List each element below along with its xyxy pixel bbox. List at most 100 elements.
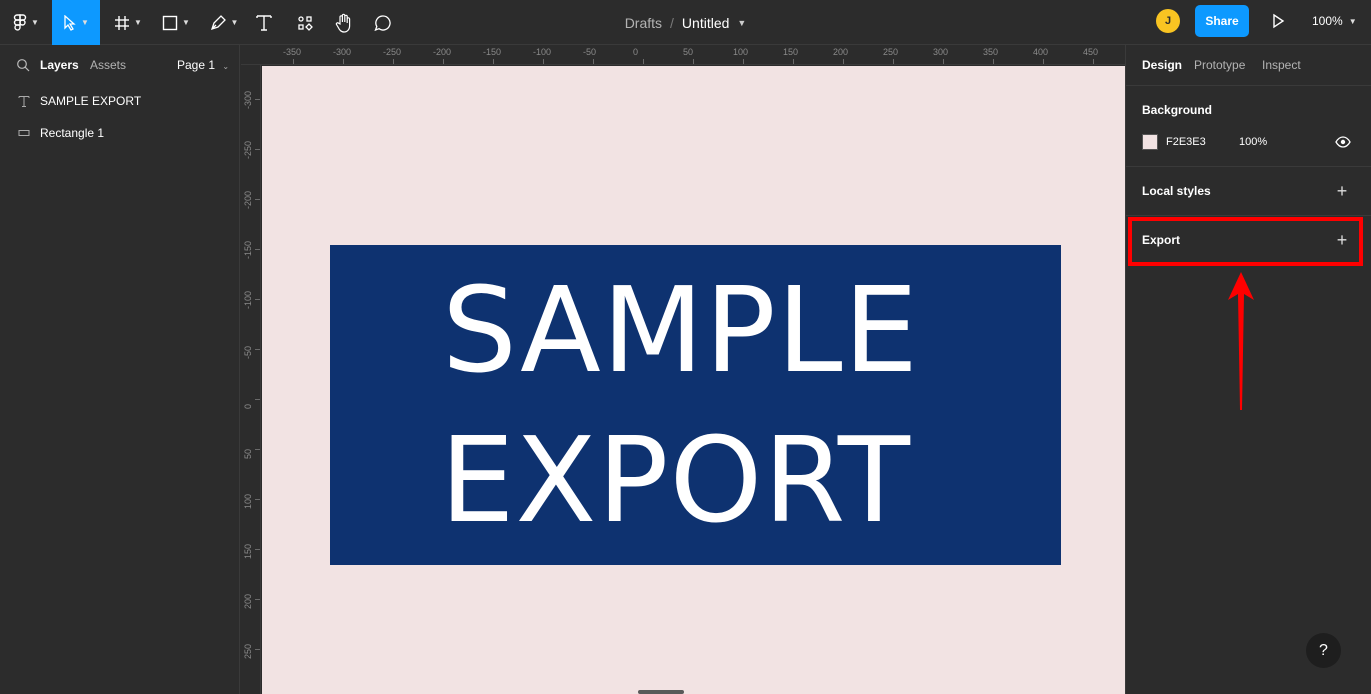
- page-selector[interactable]: Page 1 ⌄: [177, 58, 229, 72]
- text-tool-button[interactable]: [252, 0, 276, 45]
- canvas-text-line-2[interactable]: EXPORT: [440, 421, 911, 539]
- ruler-tick: [255, 399, 260, 400]
- ruler-tick-label: 250: [883, 47, 899, 57]
- ruler-tick: [255, 549, 260, 550]
- file-title[interactable]: Untitled: [682, 15, 729, 31]
- shape-tool-button[interactable]: ▼: [156, 0, 196, 45]
- ruler-tick-label: 300: [933, 47, 949, 57]
- plus-icon: +: [1336, 181, 1348, 201]
- ruler-tick-label: -150: [243, 240, 253, 259]
- ruler-tick-label: 0: [633, 47, 639, 57]
- ruler-tick: [743, 59, 744, 64]
- chevron-down-icon: ▼: [81, 18, 89, 27]
- chevron-down-icon: ▼: [1348, 16, 1357, 26]
- background-color-swatch[interactable]: [1142, 134, 1158, 150]
- ruler-tick: [343, 59, 344, 64]
- ruler-tick-label: -100: [243, 290, 253, 309]
- resources-button[interactable]: [294, 0, 316, 45]
- top-toolbar: ▼ ▼ ▼ ▼ ▼ Drafts / Untitled ▼ J Share 10…: [0, 0, 1371, 45]
- ruler-tick: [443, 59, 444, 64]
- ruler-tick-label: 400: [1033, 47, 1049, 57]
- share-button[interactable]: Share: [1195, 5, 1249, 37]
- zoom-level: 100%: [1312, 14, 1343, 28]
- frame-tool-button[interactable]: ▼: [108, 0, 148, 45]
- ruler-tick: [943, 59, 944, 64]
- comment-tool-button[interactable]: [372, 0, 394, 45]
- ruler-tick: [255, 449, 260, 450]
- red-arrow-icon: [1228, 272, 1254, 410]
- layer-name: SAMPLE EXPORT: [40, 94, 142, 108]
- layer-item[interactable]: Rectangle 1: [0, 117, 239, 149]
- ruler-tick: [993, 59, 994, 64]
- ruler-tick: [1043, 59, 1044, 64]
- ruler-tick: [693, 59, 694, 64]
- components-icon: [298, 15, 313, 31]
- help-button[interactable]: ?: [1306, 633, 1341, 668]
- rectangle-layer-icon: [17, 126, 31, 140]
- ruler-tick-label: 200: [833, 47, 849, 57]
- breadcrumb-drafts[interactable]: Drafts: [625, 15, 662, 31]
- ruler-tick: [1093, 59, 1094, 64]
- divider: [1126, 166, 1371, 167]
- text-t-icon: [256, 15, 272, 31]
- ruler-tick-label: 50: [243, 448, 253, 459]
- layer-name: Rectangle 1: [40, 126, 105, 140]
- text-layer-icon: [17, 94, 31, 108]
- add-local-style-button[interactable]: +: [1334, 181, 1350, 201]
- ruler-tick-label: 50: [683, 47, 694, 57]
- ruler-tick: [893, 59, 894, 64]
- ruler-tick: [843, 59, 844, 64]
- ruler-tick: [793, 59, 794, 64]
- ruler-tick-label: 450: [1083, 47, 1099, 57]
- search-icon[interactable]: [16, 58, 30, 72]
- move-tool-button[interactable]: ▼: [52, 0, 100, 45]
- zoom-menu[interactable]: 100% ▼: [1312, 0, 1357, 42]
- figma-logo-icon: [13, 13, 27, 31]
- tab-layers[interactable]: Layers: [40, 58, 79, 72]
- chevron-down-icon[interactable]: ▼: [737, 18, 746, 28]
- ruler-tick: [255, 499, 260, 500]
- ruler-tick-label: -200: [243, 190, 253, 209]
- canvas-text-line-1[interactable]: SAMPLE: [442, 271, 919, 389]
- eye-icon[interactable]: [1335, 134, 1351, 150]
- ruler-tick: [255, 649, 260, 650]
- chevron-down-icon: ▼: [182, 18, 190, 27]
- ruler-tick-label: 200: [243, 593, 253, 609]
- ruler-tick: [255, 349, 260, 350]
- export-highlight-box: [1128, 217, 1363, 266]
- main-menu-button[interactable]: ▼: [6, 0, 46, 45]
- ruler-tick: [255, 299, 260, 300]
- cursor-arrow-icon: [64, 14, 76, 31]
- ruler-tick-label: -300: [243, 90, 253, 109]
- ruler-tick-label: -250: [383, 47, 402, 57]
- tab-design[interactable]: Design: [1142, 58, 1182, 72]
- ruler-tick-label: 150: [783, 47, 799, 57]
- divider: [1126, 85, 1371, 86]
- tab-assets[interactable]: Assets: [90, 58, 126, 72]
- ruler-tick-label: 100: [243, 493, 253, 509]
- ruler-tick: [255, 249, 260, 250]
- horizontal-scrollbar[interactable]: [638, 690, 684, 694]
- canvas[interactable]: SAMPLE EXPORT: [262, 66, 1125, 694]
- present-button[interactable]: [1268, 11, 1288, 31]
- hand-tool-button[interactable]: [332, 0, 356, 45]
- tab-prototype[interactable]: Prototype: [1194, 58, 1245, 72]
- ruler-tick: [593, 59, 594, 64]
- chevron-down-icon: ▼: [31, 18, 39, 27]
- background-hex-value[interactable]: F2E3E3: [1166, 136, 1206, 148]
- ruler-tick: [255, 99, 260, 100]
- ruler-tick-label: 150: [243, 543, 253, 559]
- ruler-tick: [255, 199, 260, 200]
- speech-bubble-icon: [374, 14, 391, 31]
- divider: [1126, 215, 1371, 216]
- layers-panel: Layers Assets Page 1 ⌄ SAMPLE EXPORT Rec…: [0, 45, 240, 694]
- rectangle-1[interactable]: SAMPLE EXPORT: [330, 245, 1061, 565]
- avatar[interactable]: J: [1156, 9, 1180, 33]
- background-opacity-value[interactable]: 100%: [1239, 136, 1267, 148]
- layer-item[interactable]: SAMPLE EXPORT: [0, 85, 239, 117]
- tab-inspect[interactable]: Inspect: [1262, 58, 1301, 72]
- ruler-tick: [393, 59, 394, 64]
- pen-tool-button[interactable]: ▼: [204, 0, 244, 45]
- ruler-tick: [543, 59, 544, 64]
- ruler-tick-label: -100: [533, 47, 552, 57]
